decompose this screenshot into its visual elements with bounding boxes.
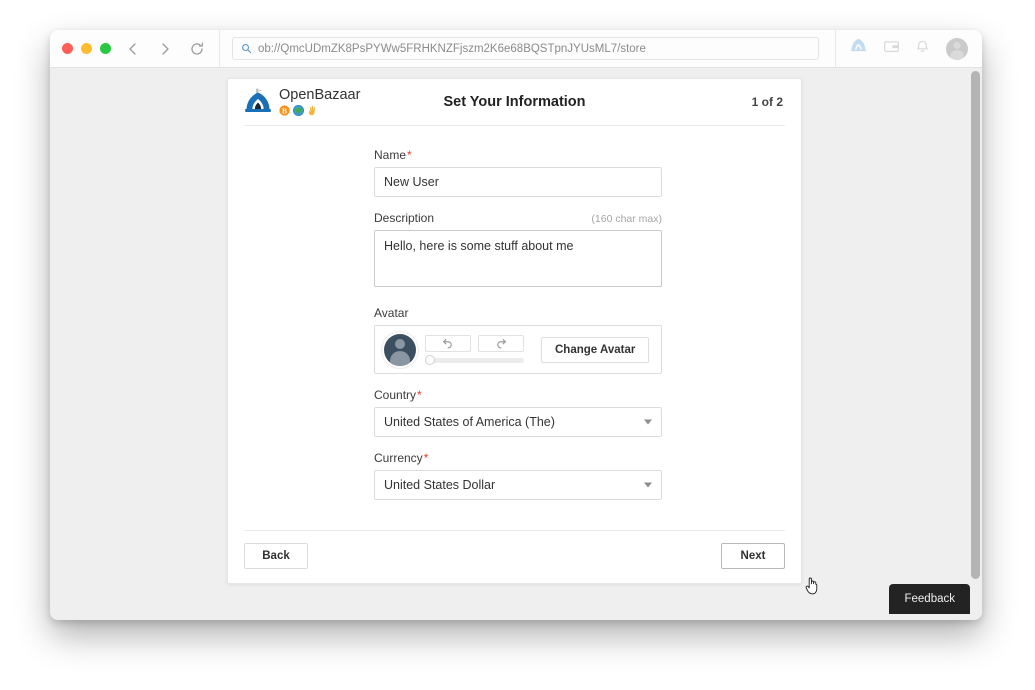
currency-field-group: Currency* United States Dollar (374, 451, 662, 500)
avatar-editor: Change Avatar (374, 325, 662, 374)
modal-body: Name* Description (160 char max) (228, 126, 801, 520)
minimize-window-button[interactable] (81, 43, 92, 54)
name-label: Name* (374, 148, 412, 162)
modal-header: OpenBazaar B Set Your Information 1 of 2 (228, 79, 801, 125)
avatar[interactable] (946, 37, 968, 60)
mouse-cursor-pointing-hand (805, 577, 818, 595)
name-input[interactable] (374, 167, 662, 197)
browser-window: ob://QmcUDmZK8PsPYWw5FRHKNZFjszm2K6e68BQ… (50, 30, 982, 620)
globe-icon (293, 104, 304, 116)
address-bar-text: ob://QmcUDmZK8PsPYWw5FRHKNZFjszm2K6e68BQ… (258, 42, 646, 55)
page-scrollbar[interactable] (967, 68, 982, 620)
address-bar[interactable]: ob://QmcUDmZK8PsPYWw5FRHKNZFjszm2K6e68BQ… (232, 37, 819, 60)
bell-icon[interactable] (916, 39, 929, 59)
avatar-controls (425, 334, 524, 365)
description-label: Description (160 char max) (374, 211, 662, 225)
avatar-preview[interactable] (384, 333, 416, 366)
bitcoin-icon: B (279, 104, 290, 116)
avatar-field-group: Avatar Change Avatar (374, 306, 662, 374)
description-field-group: Description (160 char max) (374, 211, 662, 292)
rotate-right-button[interactable] (478, 334, 524, 352)
step-counter: 1 of 2 (751, 95, 783, 109)
browser-toolbar: ob://QmcUDmZK8PsPYWw5FRHKNZFjszm2K6e68BQ… (50, 30, 982, 68)
avatar-zoom-slider[interactable] (425, 354, 524, 365)
currency-select-wrap: United States Dollar (374, 470, 662, 500)
change-avatar-button[interactable]: Change Avatar (541, 336, 650, 363)
rotate-right-icon (497, 338, 506, 349)
slider-handle[interactable] (425, 354, 435, 365)
currency-select[interactable]: United States Dollar (374, 470, 662, 500)
rotate-left-button[interactable] (425, 334, 471, 352)
forward-button[interactable] (157, 41, 173, 57)
back-button[interactable] (125, 41, 141, 57)
country-label: Country* (374, 388, 422, 402)
required-marker: * (423, 451, 429, 465)
brand-texts: OpenBazaar B (279, 87, 361, 116)
currency-selected-value: United States Dollar (384, 478, 496, 492)
navigation-buttons (125, 41, 205, 57)
country-select-wrap: United States of America (The) (374, 407, 662, 437)
char-limit-hint: (160 char max) (591, 213, 662, 225)
description-textarea[interactable] (374, 230, 662, 287)
slider-rail (425, 357, 524, 363)
scrollbar-thumb[interactable] (971, 71, 980, 579)
page-content: OpenBazaar B Set Your Information 1 of 2… (50, 68, 982, 620)
country-selected-value: United States of America (The) (384, 415, 555, 429)
brand-badges: B (279, 104, 360, 116)
close-window-button[interactable] (62, 43, 73, 54)
chevron-down-icon (644, 482, 652, 488)
form-column: Name* Description (160 char max) (374, 148, 662, 500)
avatar-label: Avatar (374, 306, 409, 320)
openbazaar-logo-icon (244, 87, 272, 117)
required-marker: * (407, 148, 412, 162)
magnifier-icon (242, 44, 252, 54)
reload-icon[interactable] (189, 41, 205, 57)
next-button[interactable]: Next (721, 543, 785, 569)
onboarding-modal: OpenBazaar B Set Your Information 1 of 2… (227, 78, 802, 584)
svg-text:B: B (282, 106, 287, 115)
openbazaar-tent-icon[interactable] (850, 37, 867, 60)
window-traffic-lights (62, 43, 111, 54)
rotate-buttons (425, 334, 524, 352)
currency-label: Currency* (374, 451, 429, 465)
peace-hand-icon (308, 105, 315, 115)
rotate-left-icon (443, 338, 452, 349)
brand-name: OpenBazaar (279, 87, 361, 104)
maximize-window-button[interactable] (100, 43, 111, 54)
brand: OpenBazaar B (244, 87, 360, 117)
country-select[interactable]: United States of America (The) (374, 407, 662, 437)
modal-footer: Back Next (228, 531, 801, 583)
name-field-group: Name* (374, 148, 662, 197)
required-marker: * (417, 388, 422, 402)
back-button[interactable]: Back (244, 543, 308, 569)
wallet-icon[interactable] (884, 40, 899, 58)
toolbar-divider-right (835, 30, 836, 68)
toolbar-divider (219, 30, 220, 68)
feedback-tab[interactable]: Feedback (889, 584, 970, 614)
browser-right-icons (850, 37, 970, 60)
country-field-group: Country* United States of America (The) (374, 388, 662, 437)
chevron-down-icon (644, 419, 652, 425)
